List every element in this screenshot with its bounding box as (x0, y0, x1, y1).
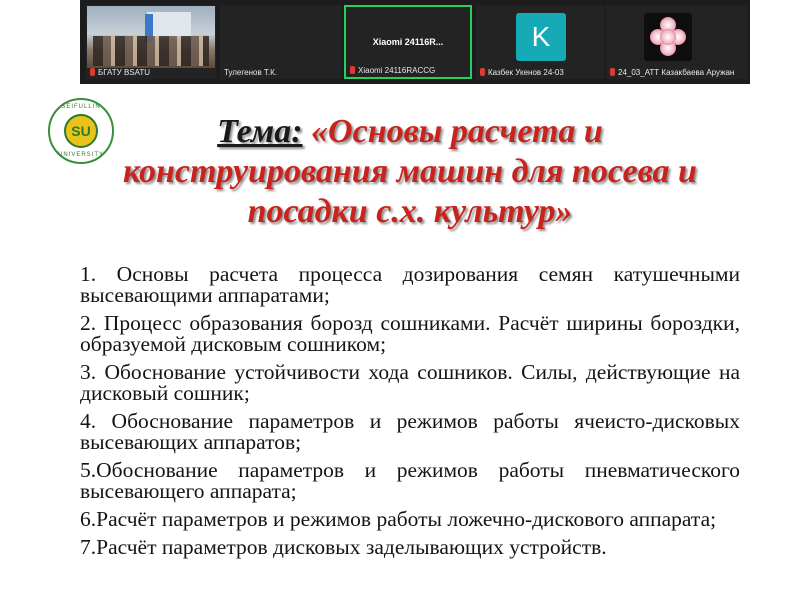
slide-title: Тема: «Основы расчета и конструирования … (100, 112, 720, 232)
logo-top-text: SEIFULLIN (61, 104, 101, 110)
participant-label: Казбек Укенов 24-03 (480, 68, 600, 77)
participant-label: Xiaomi 24116RACCG (350, 66, 466, 75)
participant-name: 24_03_АТТ Казакбаева Аружан (618, 68, 735, 77)
topic-item: 5.Обоснование параметров и режимов работ… (80, 458, 740, 503)
mic-muted-icon (610, 68, 615, 76)
avatar: K (516, 13, 566, 61)
topic-item: 6.Расчёт параметров и режимов работы лож… (80, 507, 717, 531)
slide-title-lead: Тема: (217, 113, 303, 150)
participant-display-name: Xiaomi 24116R... (372, 37, 444, 47)
participant-tile-tulegenov[interactable]: Тулегенов Т.К. (220, 5, 342, 79)
participant-label: БГАТУ BSATU (90, 68, 212, 77)
mic-muted-icon (350, 66, 355, 74)
logo-monogram: SU (64, 114, 98, 148)
mic-muted-icon (480, 68, 485, 76)
participant-name: Xiaomi 24116RACCG (358, 66, 436, 75)
topic-item: 7.Расчёт параметров дисковых заделывающи… (80, 535, 607, 559)
participant-strip: БГАТУ BSATU Тулегенов Т.К. Xiaomi 24116R… (80, 0, 750, 84)
petal (660, 29, 676, 45)
topic-item: 1. Основы расчета процесса дозирования с… (80, 262, 740, 307)
topic-list: 1. Основы расчета процесса дозирования с… (80, 262, 740, 565)
participant-tile-xiaomi[interactable]: Xiaomi 24116R... Xiaomi 24116RACCG (344, 5, 472, 79)
participant-label: Тулегенов Т.К. (224, 68, 338, 77)
participant-tile-ukenov[interactable]: K Казбек Укенов 24-03 (476, 5, 604, 79)
flower-avatar-icon (644, 13, 692, 61)
topic-item: 4. Обоснование параметров и режимов рабо… (80, 409, 740, 454)
topic-item: 3. Обоснование устойчивости хода сошнико… (80, 360, 740, 405)
participant-tile-bsatu[interactable]: БГАТУ BSATU (86, 5, 216, 79)
participant-tile-kazakbaeva[interactable]: 24_03_АТТ Казакбаева Аружан (606, 5, 748, 79)
video-window (147, 12, 191, 38)
topic-item: 2. Процесс образования борозд сошниками.… (80, 311, 740, 356)
participant-video (87, 6, 215, 68)
participant-name: БГАТУ BSATU (98, 68, 151, 77)
slide-title-topic: «Основы расчета и конструирования машин … (123, 113, 697, 230)
participant-label: 24_03_АТТ Казакбаева Аружан (610, 68, 744, 77)
participant-name: Казбек Укенов 24-03 (488, 68, 564, 77)
participant-name: Тулегенов Т.К. (224, 68, 278, 77)
video-people (93, 36, 209, 66)
mic-muted-icon (90, 68, 95, 76)
